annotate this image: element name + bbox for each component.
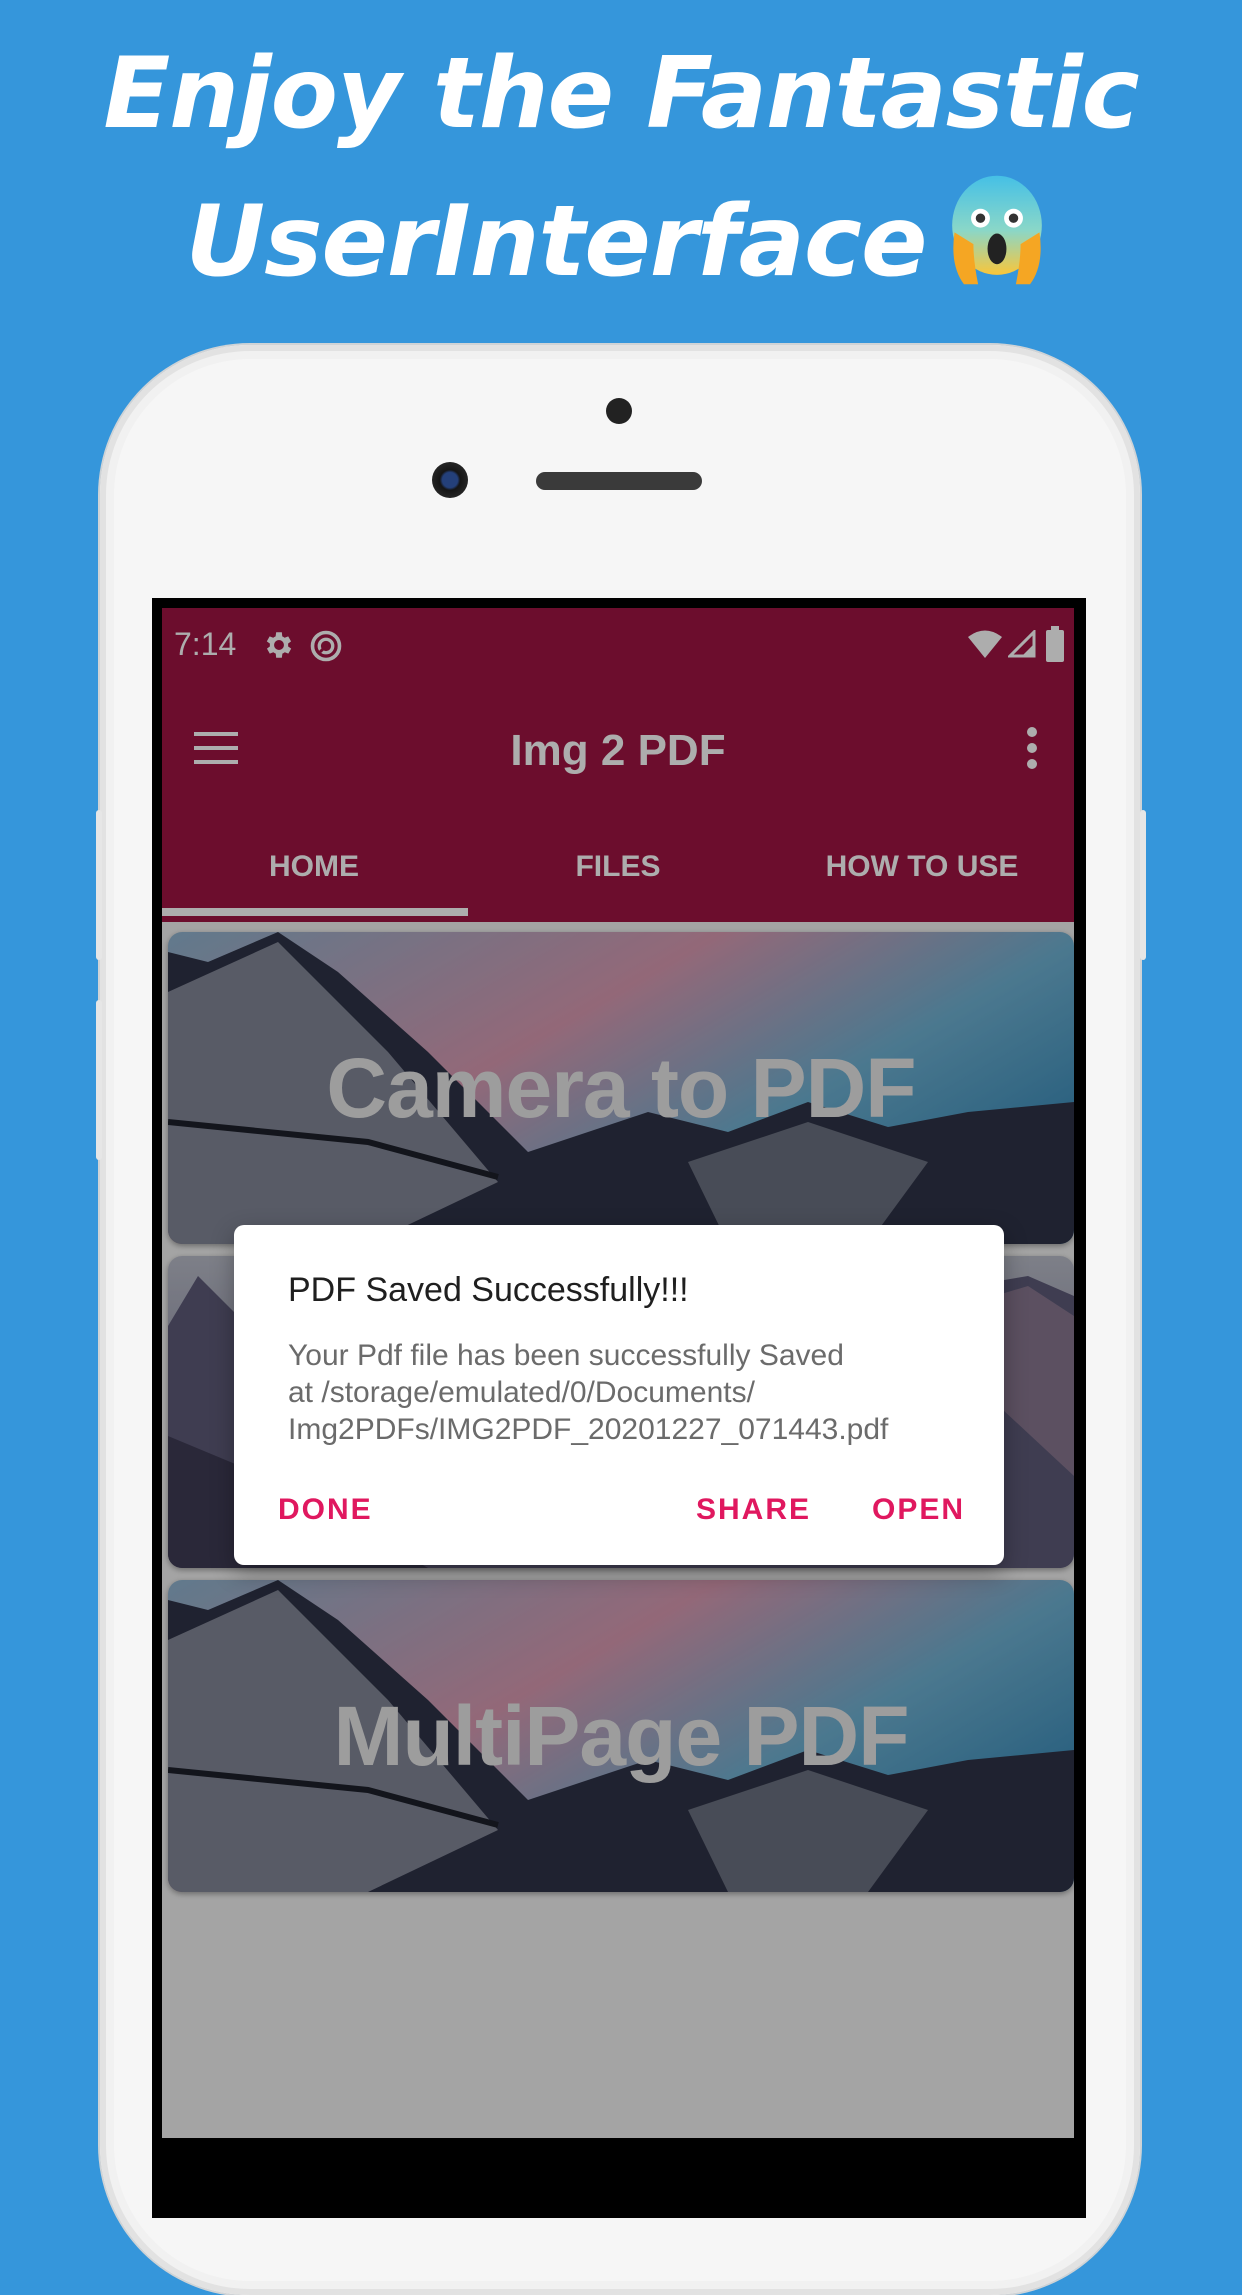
- phone-volume-up-button: [96, 810, 102, 960]
- screaming-face-icon: [952, 175, 1043, 285]
- phone-earpiece: [536, 472, 702, 490]
- phone-front-camera: [432, 462, 468, 498]
- phone-power-button: [1140, 810, 1146, 960]
- dialog-message: Your Pdf file has been successfully Save…: [288, 1339, 889, 1446]
- promo-line-2-text: UserInterface: [185, 185, 928, 299]
- share-button[interactable]: SHARE: [696, 1493, 811, 1527]
- dialog-title: PDF Saved Successfully!!!: [288, 1271, 689, 1309]
- pdf-saved-dialog: PDF Saved Successfully!!! Your Pdf file …: [234, 1225, 1004, 1565]
- promo-headline: Enjoy the Fantastic UserInterface: [0, 20, 1242, 316]
- done-button[interactable]: DONE: [278, 1493, 373, 1527]
- promo-line-1: Enjoy the Fantastic: [103, 37, 1139, 151]
- promo-line-2: UserInterface: [0, 168, 1242, 316]
- phone-sensor: [606, 398, 632, 424]
- app-screen: 7:14 Img 2 PDF HOME FILES HOW TO USE Cam…: [162, 608, 1074, 2138]
- phone-volume-down-button: [96, 1000, 102, 1160]
- open-button[interactable]: OPEN: [872, 1493, 965, 1527]
